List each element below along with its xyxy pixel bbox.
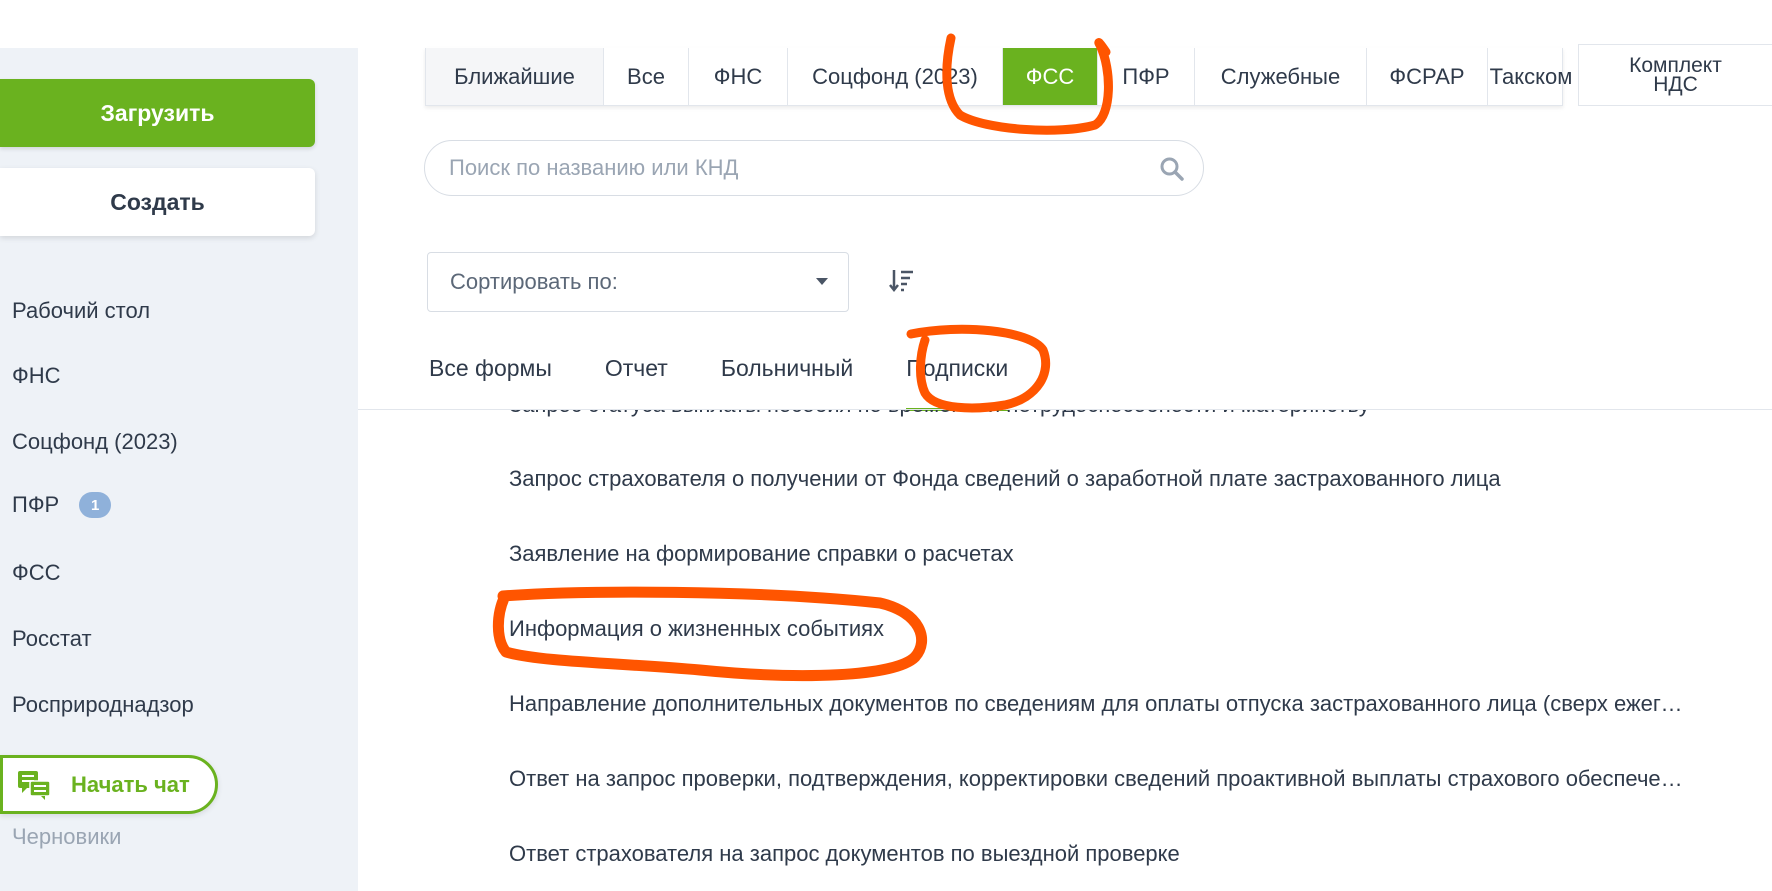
list-item[interactable]: Ответ страхователя на запрос документов … <box>509 841 1689 867</box>
sort-select-label: Сортировать по: <box>450 269 618 294</box>
search-icon[interactable] <box>1159 156 1185 188</box>
tab-fns[interactable]: ФНС <box>689 48 788 105</box>
tab-nearest[interactable]: Ближайшие <box>426 48 604 105</box>
sidebar-item-label: ФНС <box>12 363 61 388</box>
sidebar-item-fns[interactable]: ФНС <box>12 363 61 389</box>
tab-all[interactable]: Все <box>604 48 689 105</box>
category-tabs: Ближайшие Все ФНС Соцфонд (2023) ФСС ПФР… <box>425 48 1573 106</box>
list-item[interactable]: Ответ на запрос проверки, подтверждения,… <box>509 766 1689 792</box>
form-type-tabs: Все формы Отчет Больничный Подписки <box>429 355 1061 411</box>
sort-select[interactable]: Сортировать по: <box>427 252 849 312</box>
tab-taxcom[interactable]: Такском <box>1488 48 1573 105</box>
tab-sick-leave[interactable]: Больничный <box>721 355 853 411</box>
list-item[interactable]: Направление дополнительных документов по… <box>509 691 1689 717</box>
tab-service[interactable]: Служебные <box>1195 48 1367 105</box>
upload-button[interactable]: Загрузить <box>0 79 315 147</box>
tab-vat-bundle-line2: НДС <box>1653 73 1698 96</box>
forms-list: Запрос статуса выплаты пособия по времен… <box>0 410 1772 891</box>
search-box <box>424 140 1204 196</box>
tab-fsrar[interactable]: ФСРАР <box>1367 48 1488 105</box>
list-item[interactable]: Информация о жизненных событиях <box>509 616 1689 642</box>
sidebar-item-label: Рабочий стол <box>12 298 151 323</box>
tab-all-forms[interactable]: Все формы <box>429 355 552 411</box>
tab-socfond[interactable]: Соцфонд (2023) <box>788 48 1003 105</box>
tab-subscriptions[interactable]: Подписки <box>906 355 1008 411</box>
sort-direction-icon[interactable] <box>889 268 915 299</box>
sidebar-item-desktop[interactable]: Рабочий стол <box>12 298 150 324</box>
create-button[interactable]: Создать <box>0 168 315 236</box>
tab-vat-bundle[interactable]: Комплект НДС <box>1578 44 1772 106</box>
tab-report[interactable]: Отчет <box>605 355 668 411</box>
search-input[interactable] <box>447 154 1151 182</box>
list-item[interactable]: Заявление на формирование справки о расч… <box>509 541 1689 567</box>
chevron-down-icon <box>816 278 828 285</box>
list-item[interactable]: Запрос статуса выплаты пособия по времен… <box>509 410 1689 418</box>
list-item[interactable]: Запрос страхователя о получении от Фонда… <box>509 466 1689 492</box>
tab-fss[interactable]: ФСС <box>1003 48 1098 105</box>
tab-pfr[interactable]: ПФР <box>1098 48 1195 105</box>
